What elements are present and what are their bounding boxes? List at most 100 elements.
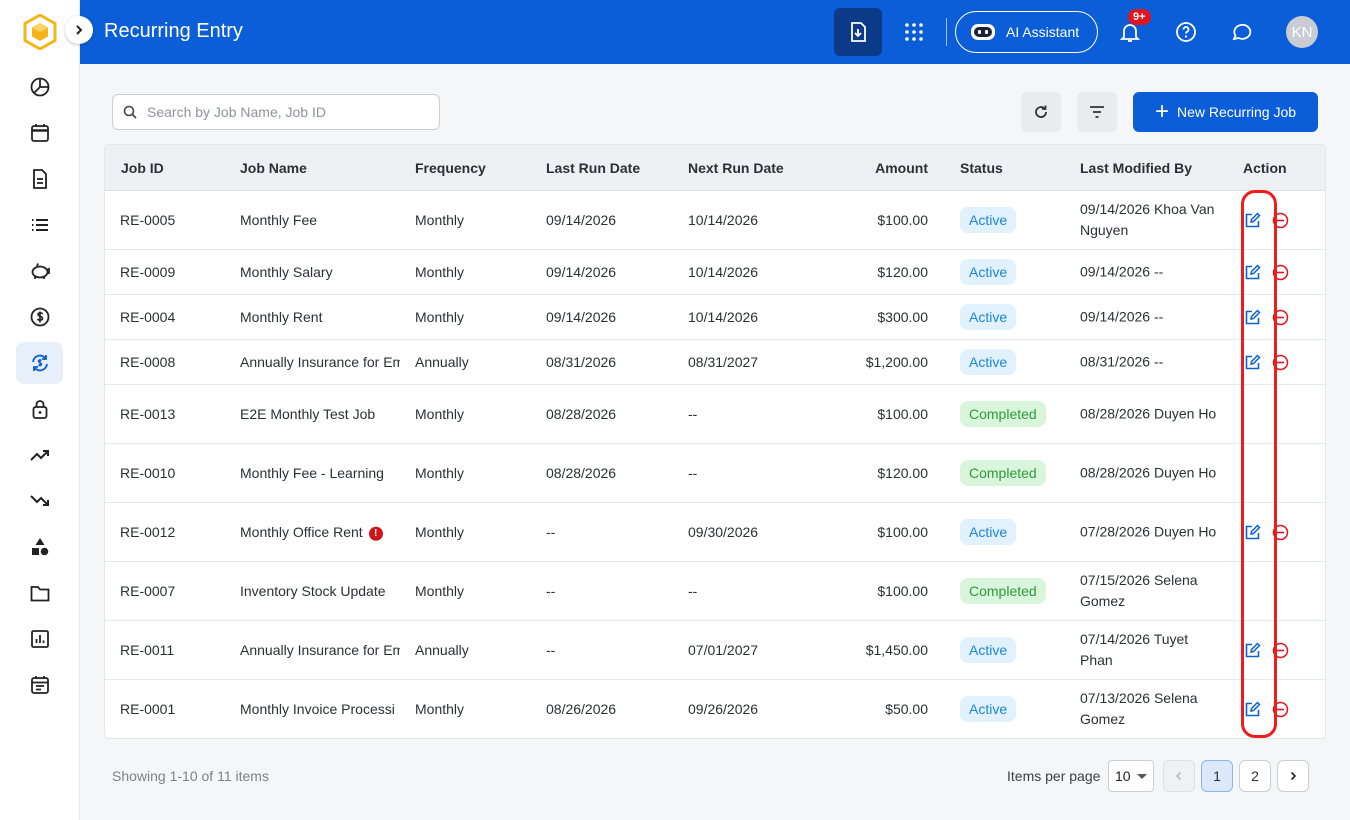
sidebar-item-schedule[interactable] — [16, 664, 63, 706]
status-cell: Completed — [960, 401, 1046, 427]
status-badge: Active — [960, 696, 1017, 722]
job-name-text: Annually Insurance for Em — [240, 354, 400, 370]
sidebar-item-recurring[interactable] — [16, 342, 63, 384]
job-name: Monthly Salary — [240, 264, 400, 280]
edit-icon[interactable] — [1243, 353, 1261, 371]
status-badge: Completed — [960, 401, 1046, 427]
sidebar-item-trend-down[interactable] — [16, 480, 63, 522]
status-cell: Active — [960, 207, 1017, 233]
next-run-date: 10/14/2026 — [688, 212, 759, 228]
col-job-name[interactable]: Job Name — [240, 160, 307, 176]
amount: $120.00 — [877, 264, 928, 280]
report-icon — [30, 630, 49, 648]
new-recurring-job-button[interactable]: + New Recurring Job — [1133, 92, 1318, 132]
sidebar-toggle-button[interactable] — [65, 16, 93, 44]
piggy-bank-icon — [31, 263, 50, 279]
folder-icon — [30, 586, 49, 602]
col-job-id[interactable]: Job ID — [121, 160, 164, 176]
table-row[interactable]: RE-0009 Monthly Salary Monthly 09/14/2026 10… — [105, 250, 1325, 295]
page-1-button[interactable]: 1 — [1201, 760, 1233, 792]
sidebar-item-calendar[interactable] — [16, 112, 63, 154]
chat-button[interactable] — [1228, 18, 1256, 46]
frequency: Monthly — [415, 465, 465, 481]
search-box[interactable] — [112, 94, 440, 130]
sidebar-item-dollar-circle[interactable] — [16, 296, 63, 338]
job-name-text: Monthly Fee - Learning — [240, 465, 384, 481]
sidebar-item-lock[interactable] — [16, 388, 63, 430]
col-status[interactable]: Status — [960, 160, 1003, 176]
amount: $50.00 — [885, 701, 928, 717]
remove-icon[interactable] — [1271, 700, 1289, 718]
filter-button[interactable] — [1077, 92, 1117, 132]
table-row[interactable]: RE-0001 Monthly Invoice Processi Monthly 08… — [105, 680, 1325, 738]
table-row[interactable]: RE-0013 E2E Monthly Test Job Monthly 08/28/… — [105, 385, 1325, 444]
sidebar-item-shapes[interactable] — [16, 526, 63, 568]
table-row[interactable]: RE-0004 Monthly Rent Monthly 09/14/2026 10/1… — [105, 295, 1325, 340]
row-actions — [1243, 353, 1289, 371]
job-id: RE-0008 — [120, 354, 176, 370]
user-avatar[interactable]: KN — [1286, 16, 1318, 48]
edit-icon[interactable] — [1243, 308, 1261, 326]
help-button[interactable] — [1172, 18, 1200, 46]
col-next-run-date[interactable]: Next Run Date — [688, 160, 784, 176]
remove-icon[interactable] — [1271, 353, 1289, 371]
last-modified-by: 08/31/2026 -- — [1080, 353, 1164, 370]
col-frequency[interactable]: Frequency — [415, 160, 486, 176]
table-header: Job ID Job Name Frequency Last Run Date … — [105, 145, 1325, 191]
page-2-button[interactable]: 2 — [1239, 760, 1271, 792]
items-per-page-value: 10 — [1115, 768, 1131, 784]
amount: $120.00 — [877, 465, 928, 481]
search-input[interactable] — [147, 104, 417, 120]
apps-grid-button[interactable] — [900, 18, 928, 46]
remove-icon[interactable] — [1271, 523, 1289, 541]
download-button[interactable] — [834, 8, 882, 56]
plus-icon: + — [1154, 98, 1169, 125]
frequency: Monthly — [415, 701, 465, 717]
table-row[interactable]: RE-0008 Annually Insurance for Em Annually… — [105, 340, 1325, 385]
table-row[interactable]: RE-0011 Annually Insurance for Em Annually… — [105, 621, 1325, 680]
shapes-icon — [31, 538, 48, 556]
next-run-date: 08/31/2027 — [688, 354, 759, 370]
refresh-button[interactable] — [1021, 92, 1061, 132]
sidebar-item-piggy-bank[interactable] — [16, 250, 63, 292]
table-row[interactable]: RE-0005 Monthly Fee Monthly 09/14/2026 10/14… — [105, 191, 1325, 250]
prev-page-button[interactable] — [1163, 760, 1195, 792]
sidebar-item-folder[interactable] — [16, 572, 63, 614]
next-page-button[interactable] — [1277, 760, 1309, 792]
remove-icon[interactable] — [1271, 263, 1289, 281]
job-id: RE-0007 — [120, 583, 176, 599]
next-run-date: -- — [688, 406, 698, 422]
items-per-page-select[interactable]: 10 — [1108, 760, 1154, 792]
job-name-text: Annually Insurance for Em — [240, 642, 400, 658]
frequency: Monthly — [415, 524, 465, 540]
next-run-date: 09/26/2026 — [688, 701, 759, 717]
edit-icon[interactable] — [1243, 211, 1261, 229]
remove-icon[interactable] — [1271, 641, 1289, 659]
col-last-run-date[interactable]: Last Run Date — [546, 160, 640, 176]
edit-icon[interactable] — [1243, 641, 1261, 659]
sidebar-item-document[interactable] — [16, 158, 63, 200]
warning-icon[interactable]: ! — [368, 526, 383, 541]
sidebar-item-chart-pie[interactable] — [16, 66, 63, 108]
amount: $100.00 — [877, 524, 928, 540]
edit-icon[interactable] — [1243, 263, 1261, 281]
col-amount[interactable]: Amount — [875, 160, 928, 176]
amount: $300.00 — [877, 309, 928, 325]
app-logo-icon[interactable] — [23, 13, 57, 51]
sidebar-item-trend-up[interactable] — [16, 434, 63, 476]
frequency: Annually — [415, 354, 469, 370]
table-row[interactable]: RE-0012 Monthly Office Rent! Monthly -- 09/3… — [105, 503, 1325, 562]
remove-icon[interactable] — [1271, 308, 1289, 326]
refresh-icon — [1035, 105, 1047, 118]
table-row[interactable]: RE-0007 Inventory Stock Update Monthly -- --… — [105, 562, 1325, 621]
edit-icon[interactable] — [1243, 700, 1261, 718]
table-row[interactable]: RE-0010 Monthly Fee - Learning Monthly 08/2… — [105, 444, 1325, 503]
remove-icon[interactable] — [1271, 211, 1289, 229]
row-actions — [1243, 308, 1289, 326]
edit-icon[interactable] — [1243, 523, 1261, 541]
ai-assistant-button[interactable]: AI Assistant — [955, 11, 1098, 53]
job-name: Monthly Rent — [240, 309, 400, 325]
sidebar-item-report[interactable] — [16, 618, 63, 660]
col-last-modified-by[interactable]: Last Modified By — [1080, 160, 1192, 176]
sidebar-item-list[interactable] — [16, 204, 63, 246]
